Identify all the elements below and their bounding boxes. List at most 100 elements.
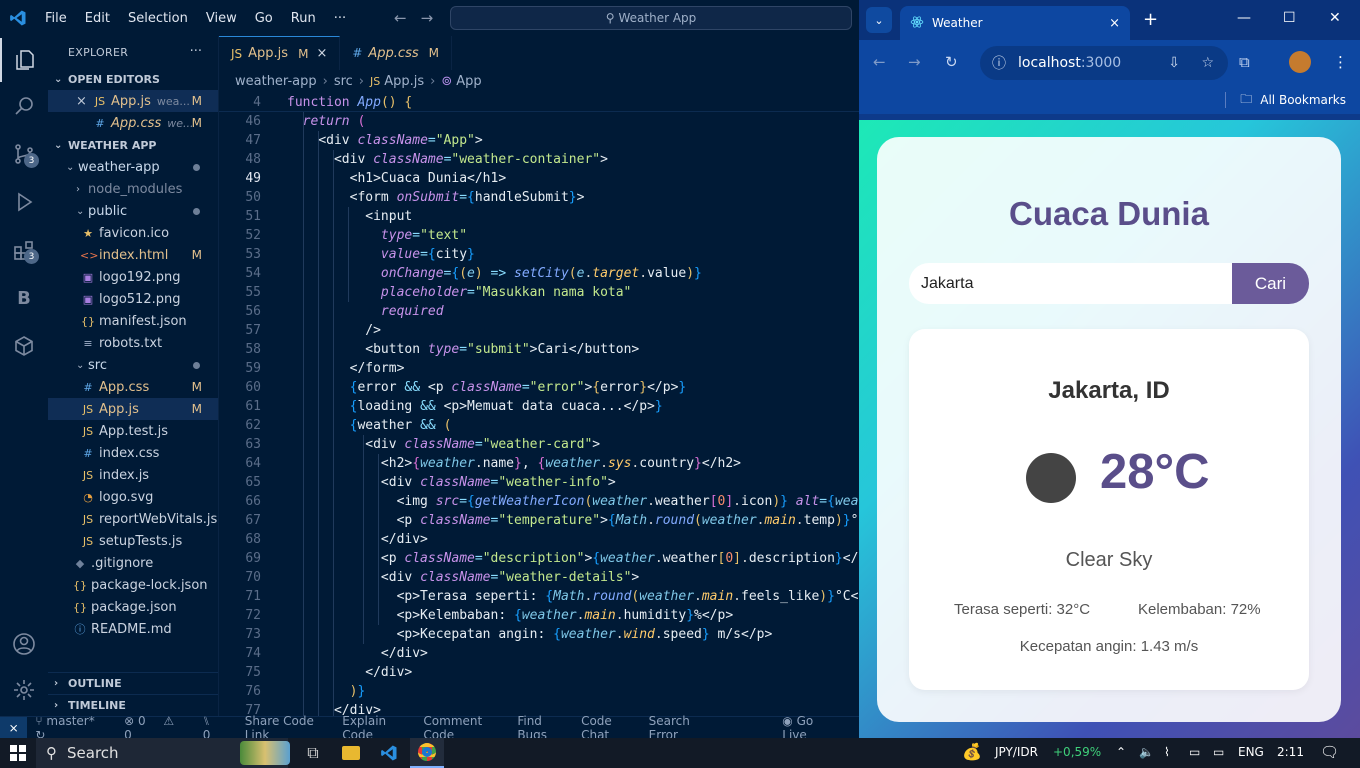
breadcrumb-item[interactable]: App [456,74,481,89]
language-indicator[interactable]: ENG [1238,745,1264,759]
file-logo-svg[interactable]: ◔ logo.svg [48,486,218,508]
go-live-button[interactable]: ◉ Go Live [782,714,845,739]
open-editors-section[interactable]: ⌄ OPEN EDITORS [48,68,218,90]
tab-app-css[interactable]: # App.css M [340,36,452,70]
install-app-icon[interactable]: ⇩ [1168,55,1180,71]
chevron-up-icon[interactable]: ⌃ [1116,745,1126,759]
file-manifest[interactable]: {} manifest.json [48,310,218,332]
file-index-css[interactable]: # index.css [48,442,218,464]
remote-icon[interactable]: ⨯ [0,716,28,738]
file-robots[interactable]: ≡ robots.txt [48,332,218,354]
folder-weather-app[interactable]: ⌄ weather-app [48,156,218,178]
search-submit-button[interactable]: Cari [1232,263,1309,304]
run-debug-icon[interactable] [0,180,48,224]
menu-more[interactable]: ··· [325,11,355,26]
menu-edit[interactable]: Edit [76,11,119,26]
file-logo192[interactable]: ▣ logo192.png [48,266,218,288]
file-index-js[interactable]: JS index.js [48,464,218,486]
source-control-icon[interactable]: 3 [0,132,48,176]
status-search-error[interactable]: Search Error [649,714,713,739]
forward-arrow-icon[interactable]: → [421,9,448,27]
file-setup-tests[interactable]: JS setupTests.js [48,530,218,552]
file-package-lock[interactable]: {} package-lock.json [48,574,218,596]
file-explorer-icon[interactable] [334,738,368,768]
notifications-icon[interactable]: 🗨 [1320,743,1339,761]
file-gitignore[interactable]: ◆ .gitignore [48,552,218,574]
menu-file[interactable]: File [36,11,76,26]
folder-src[interactable]: ⌄ src [48,354,218,376]
reload-icon[interactable]: ↻ [945,53,958,71]
volume-icon[interactable]: 🔈 [1139,745,1154,759]
new-tab-button[interactable]: + [1143,9,1158,30]
status-explain-code[interactable]: Explain Code [342,714,409,739]
folder-node-modules[interactable]: › node_modules [48,178,218,200]
chrome-taskbar-icon[interactable] [410,738,444,768]
breadcrumb-item[interactable]: weather-app [235,74,317,89]
cube-extension-icon[interactable] [0,324,48,368]
site-info-icon[interactable]: ⓘ [992,53,1006,73]
network-icon[interactable]: ⌇ [1164,745,1170,759]
file-favicon[interactable]: ★ favicon.ico [48,222,218,244]
file-index-html[interactable]: <> index.html M [48,244,218,266]
clock[interactable]: 2:11 [1277,745,1304,759]
battery-icon[interactable]: ▭ [1213,745,1224,759]
browser-tab-weather[interactable]: Weather × [900,6,1130,40]
file-app-css[interactable]: # App.css M [48,376,218,398]
ticker-label[interactable]: JPY/IDR [995,745,1038,759]
ports-indicator[interactable]: ⑊ 0 [203,714,231,739]
close-tab-icon[interactable]: × [316,46,327,61]
file-app-test[interactable]: JS App.test.js [48,420,218,442]
bookmark-star-icon[interactable]: ☆ [1201,55,1214,71]
status-code-chat[interactable]: Code Chat [581,714,635,739]
city-search-input[interactable]: Jakarta [909,263,1232,304]
display-icon[interactable]: ▭ [1189,745,1200,759]
code-editor[interactable]: 4 function App() { 46 return ( 47 <div cl… [219,93,859,716]
menu-view[interactable]: View [197,11,246,26]
back-icon[interactable]: ← [873,53,886,71]
file-logo512[interactable]: ▣ logo512.png [48,288,218,310]
settings-gear-icon[interactable] [0,668,48,712]
close-window-icon[interactable]: ✕ [1329,10,1341,26]
menu-selection[interactable]: Selection [119,11,197,26]
bootstrap-icon[interactable]: B [0,276,48,320]
browser-menu-icon[interactable]: ⋮ [1333,53,1348,71]
back-arrow-icon[interactable]: ← [394,9,421,27]
minimize-icon[interactable]: — [1237,10,1251,26]
task-view-icon[interactable]: ⧉ [296,738,330,768]
vscode-taskbar-icon[interactable] [372,738,406,768]
search-panel-icon[interactable] [0,84,48,128]
branch-indicator[interactable]: ⑂ master* ↻ [35,714,110,739]
more-actions-icon[interactable]: ··· [190,44,202,59]
project-section[interactable]: ⌄ WEATHER APP [48,134,218,156]
menu-go[interactable]: Go [246,11,282,26]
explorer-icon[interactable] [0,38,48,82]
file-package-json[interactable]: {} package.json [48,596,218,618]
forward-icon[interactable]: → [908,53,921,71]
close-tab-icon[interactable]: × [1109,16,1120,31]
maximize-icon[interactable]: ☐ [1283,10,1296,26]
status-comment-code[interactable]: Comment Code [423,714,503,739]
status-share-code-link[interactable]: Share Code Link [245,714,329,739]
file-readme[interactable]: ⓘ README.md [48,618,218,640]
outline-section[interactable]: › OUTLINE [48,672,218,694]
problems-indicator[interactable]: ⊗ 0 ⚠ 0 [124,714,189,739]
file-report-web-vitals[interactable]: JS reportWebVitals.js [48,508,218,530]
tab-search-chevron-icon[interactable]: ⌄ [866,7,892,33]
menu-run[interactable]: Run [282,11,325,26]
all-bookmarks-button[interactable]: All Bookmarks [1260,93,1346,107]
breadcrumb-item[interactable]: App.js [384,74,424,89]
search-highlight-icon[interactable] [238,738,292,768]
extensions-icon[interactable]: 3 [0,228,48,272]
extensions-puzzle-icon[interactable]: ⧉ [1239,53,1250,71]
windows-start-icon[interactable] [0,738,36,768]
command-center[interactable]: ⚲ Weather App [450,6,852,30]
profile-avatar[interactable] [1289,51,1311,73]
account-icon[interactable] [0,622,48,666]
status-find-bugs[interactable]: Find Bugs [517,714,567,739]
open-editor-app-css[interactable]: # App.css we... M [48,112,218,134]
open-editor-app-js[interactable]: × JS App.js wea... M [48,90,218,112]
tab-app-js[interactable]: JS App.js M × [219,36,341,70]
breadcrumb-item[interactable]: src [334,74,353,89]
address-bar[interactable]: ⓘ localhost:3000 ⇩ ☆ [980,46,1228,80]
close-icon[interactable]: × [76,94,92,109]
